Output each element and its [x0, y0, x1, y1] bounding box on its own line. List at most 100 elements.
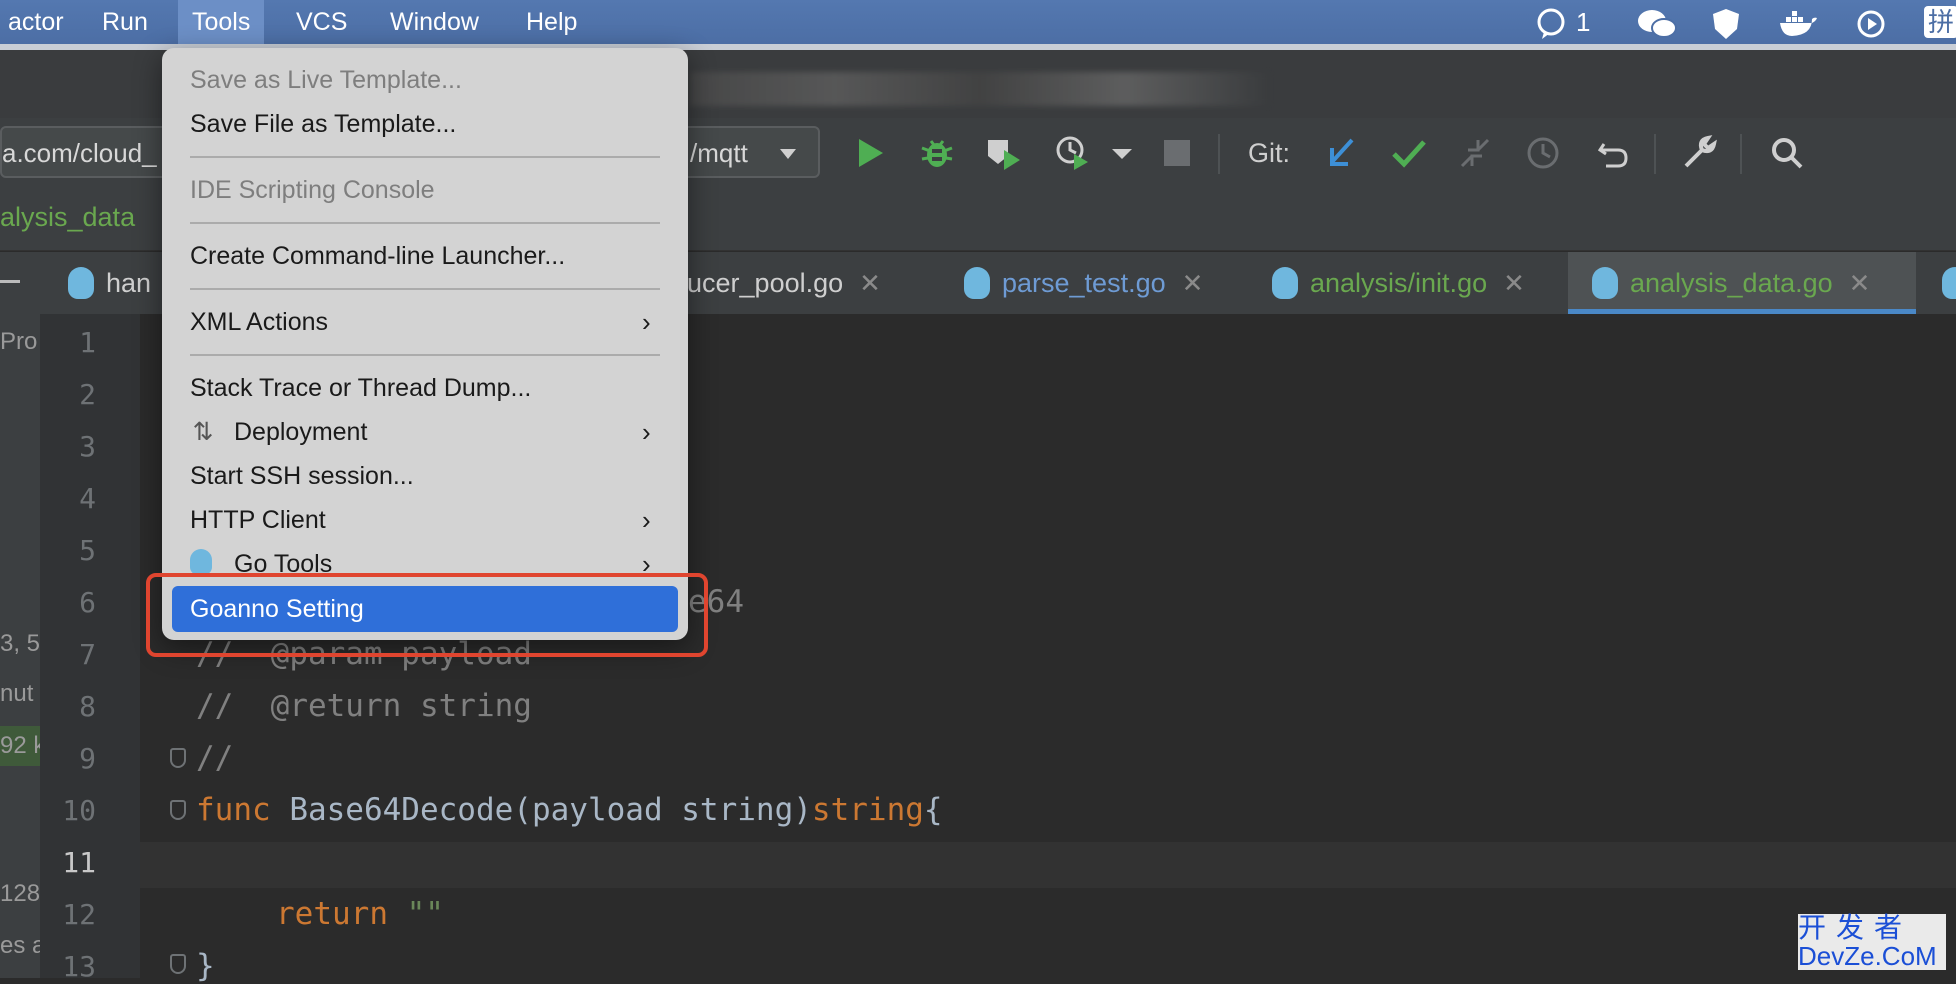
line-number: 7 [79, 638, 96, 671]
project-text: nut [0, 680, 34, 707]
menu-item-label: XML Actions [190, 308, 329, 336]
chevron-down-icon [778, 128, 798, 194]
git-push-icon[interactable] [1454, 132, 1496, 174]
current-line-highlight [140, 842, 1956, 888]
code-keyword: return [276, 896, 388, 932]
menu-item-cmd-launcher[interactable]: Create Command-line Launcher... [190, 236, 565, 276]
code-params: (payload string) [513, 792, 812, 828]
toolbar-divider [1740, 134, 1742, 174]
chevron-right-icon: › [642, 307, 651, 337]
stop-icon[interactable] [1156, 132, 1198, 174]
system-menu-bar: actor Run Tools VCS Window Help 1 拼 [0, 0, 1956, 44]
play-circle-icon[interactable] [1856, 0, 1886, 44]
menu-item-deployment[interactable]: ⇅ Deployment › [190, 412, 651, 452]
tab-label: analysis/init.go [1310, 268, 1488, 298]
code-line-func: func Base64Decode(payload string)string{ [196, 792, 943, 828]
run-config-left-text: a.com/cloud_ [2, 138, 157, 168]
line-number: 6 [79, 586, 96, 619]
menu-refactor[interactable]: actor [0, 0, 76, 44]
run-config-right-text: /mqtt [690, 138, 748, 168]
menu-item-save-file-template[interactable]: Save File as Template... [190, 104, 456, 144]
git-commit-icon[interactable] [1388, 132, 1430, 174]
menu-help[interactable]: Help [514, 0, 589, 44]
fold-marker-icon[interactable] [170, 954, 186, 974]
menu-window[interactable]: Window [378, 0, 491, 44]
docker-icon[interactable] [1778, 0, 1818, 44]
line-number: 8 [79, 690, 96, 723]
wechat-icon[interactable] [1636, 0, 1678, 44]
code-line-return: return "" [276, 896, 444, 932]
menu-separator [190, 288, 660, 290]
code-brace: { [923, 792, 943, 828]
menu-tools[interactable]: Tools [178, 0, 265, 44]
menu-vcs[interactable]: VCS [284, 0, 359, 44]
tab-analysis-init[interactable]: analysis/init.go ✕ [1272, 252, 1525, 314]
close-icon[interactable]: ✕ [1182, 268, 1204, 298]
gopher-file-icon [68, 266, 94, 299]
tab-label: han [106, 268, 152, 298]
menu-run[interactable]: Run [90, 0, 160, 44]
profile-icon[interactable] [1052, 132, 1094, 174]
watermark-logo: 开发者 DevZe.CoM [1798, 914, 1946, 970]
rollback-icon[interactable] [1592, 132, 1634, 174]
input-method-icon[interactable]: 拼 [1924, 6, 1956, 38]
close-icon[interactable]: ✕ [859, 268, 881, 298]
tab-analysis-data[interactable]: analysis_data.go ✕ [1568, 252, 1916, 314]
code-keyword: func [196, 792, 271, 828]
tab-parse-test[interactable]: parse_test.go ✕ [964, 252, 1203, 314]
line-number: 13 [62, 950, 96, 983]
chevron-right-icon: › [642, 505, 651, 535]
gopher-file-icon [1942, 266, 1956, 299]
menu-item-ssh-session[interactable]: Start SSH session... [190, 456, 414, 496]
menu-separator [190, 354, 660, 356]
tab-producer-pool[interactable]: ducer_pool.go ✕ [672, 252, 881, 314]
menu-item-ide-scripting[interactable]: IDE Scripting Console [190, 170, 435, 210]
menu-item-stack-trace[interactable]: Stack Trace or Thread Dump... [190, 368, 531, 408]
git-label: Git: [1248, 138, 1291, 168]
toolbar-divider [1654, 134, 1656, 174]
line-number: 4 [79, 482, 96, 515]
fold-marker-icon[interactable] [170, 800, 186, 820]
shield-vpn-icon[interactable] [1710, 0, 1742, 44]
wrench-settings-icon[interactable] [1678, 132, 1720, 174]
breadcrumb[interactable]: alysis_data [0, 202, 135, 233]
close-icon[interactable]: ✕ [1503, 268, 1525, 298]
search-icon[interactable] [1766, 132, 1808, 174]
blurred-title [690, 72, 1270, 106]
tools-menu-dropdown: Save as Live Template... Save File as Te… [162, 48, 688, 640]
line-number: 10 [62, 794, 96, 827]
chat-bubble-icon[interactable] [1534, 0, 1568, 44]
menu-item-label: Deployment [234, 418, 368, 446]
menu-item-label: HTTP Client [190, 506, 326, 534]
menu-item-save-live-template[interactable]: Save as Live Template... [190, 60, 462, 100]
history-icon[interactable] [1522, 132, 1564, 174]
run-icon[interactable] [849, 132, 891, 174]
gopher-file-icon [964, 266, 990, 299]
debug-icon[interactable] [916, 132, 958, 174]
menu-separator [190, 156, 660, 158]
coverage-icon[interactable] [982, 132, 1024, 174]
line-number: 5 [79, 534, 96, 567]
collapse-icon[interactable] [0, 280, 20, 283]
line-number-current: 11 [62, 846, 96, 879]
profile-dropdown-icon[interactable] [1102, 132, 1144, 174]
menu-item-xml-actions[interactable]: XML Actions › [190, 302, 651, 342]
code-return-type: string [811, 792, 924, 828]
code-string: "" [387, 896, 444, 932]
menu-item-http-client[interactable]: HTTP Client › [190, 500, 651, 540]
fold-marker-icon[interactable] [170, 748, 186, 768]
close-icon[interactable]: ✕ [1849, 268, 1871, 298]
line-number: 1 [79, 326, 96, 359]
line-number: 2 [79, 378, 96, 411]
code-closing-brace: } [196, 948, 215, 984]
chevron-right-icon: › [642, 417, 651, 447]
gopher-icon [190, 549, 212, 576]
project-label[interactable]: Pro [0, 328, 40, 356]
deployment-arrows-icon: ⇅ [192, 418, 214, 446]
git-update-icon[interactable] [1320, 132, 1362, 174]
toolbar-divider [1218, 134, 1220, 174]
code-comment: // @return string [196, 688, 532, 724]
tab-overflow[interactable] [1942, 252, 1956, 314]
project-text: 3, 5 [0, 630, 40, 657]
tab-handler[interactable]: han [68, 252, 151, 314]
